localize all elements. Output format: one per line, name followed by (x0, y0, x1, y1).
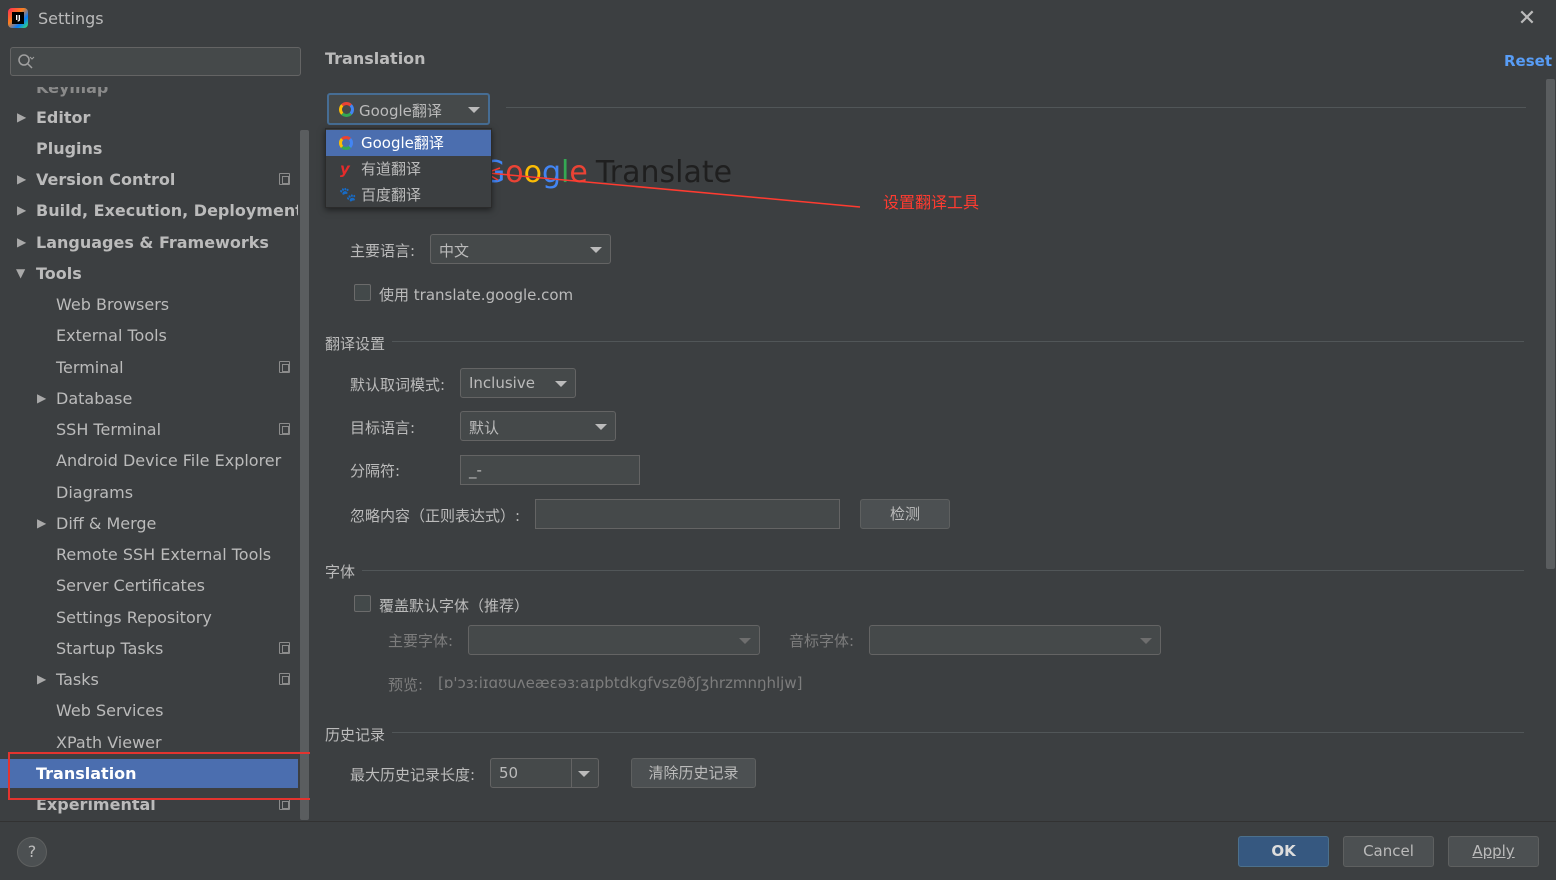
sidebar-item-plugins[interactable]: Plugins (0, 134, 298, 163)
ignore-pattern-input[interactable] (535, 499, 840, 529)
project-settings-icon (279, 423, 290, 435)
sidebar-item-tasks[interactable]: ▶ Tasks (0, 665, 298, 694)
engine-option-baidu[interactable]: 🐾 百度翻译 (326, 182, 491, 208)
page-title: Translation (325, 49, 426, 68)
chevron-down-icon (1140, 638, 1152, 644)
google-icon (339, 136, 353, 150)
sidebar-item-database[interactable]: ▶ Database (0, 384, 298, 413)
settings-tree: Keymap ▶ Editor Plugins ▶ Version Control … (0, 87, 298, 821)
sidebar-item-remote-ssh[interactable]: Remote SSH External Tools (0, 540, 298, 569)
use-google-domain-checkbox[interactable] (354, 284, 371, 301)
annotation-text: 设置翻译工具 (883, 193, 980, 212)
sidebar-item-tools[interactable]: ▼ Tools (0, 259, 298, 288)
phonetic-font-label: 音标字体: (789, 632, 855, 650)
apply-button[interactable]: Apply (1448, 836, 1539, 867)
intellij-app-icon: IJ (8, 8, 28, 28)
primary-font-label: 主要字体: (388, 632, 454, 650)
sidebar-item-build[interactable]: ▶ Build, Execution, Deployment (0, 196, 298, 225)
content-scrollbar[interactable] (1546, 79, 1555, 569)
max-history-combo[interactable]: 50 (490, 758, 599, 788)
sidebar-item-terminal[interactable]: Terminal (0, 353, 298, 382)
expand-arrow-icon[interactable]: ▶ (17, 196, 26, 225)
word-mode-label: 默认取词模式: (350, 376, 446, 394)
cancel-button[interactable]: Cancel (1343, 836, 1434, 867)
sidebar-item-version-control[interactable]: ▶ Version Control (0, 165, 298, 194)
separator-input[interactable]: _- (460, 455, 640, 485)
reset-link[interactable]: Reset (1504, 52, 1552, 70)
engine-option-youdao[interactable]: y 有道翻译 (326, 156, 491, 182)
project-settings-icon (279, 173, 290, 185)
annotation-arrow (484, 167, 861, 208)
expand-arrow-icon[interactable]: ▶ (17, 103, 26, 132)
override-font-label: 覆盖默认字体（推荐） (379, 597, 530, 615)
font-settings-heading: 字体 (325, 563, 356, 581)
project-settings-icon (279, 673, 290, 685)
ok-button[interactable]: OK (1238, 836, 1329, 867)
chevron-down-icon (590, 247, 602, 253)
baidu-paw-icon: 🐾 (339, 187, 357, 203)
search-input[interactable] (10, 47, 301, 76)
clear-history-button[interactable]: 清除历史记录 (631, 758, 756, 788)
word-mode-select[interactable]: Inclusive (460, 368, 576, 398)
sidebar-item-diagrams[interactable]: Diagrams (0, 478, 298, 507)
expand-arrow-icon[interactable]: ▶ (37, 665, 46, 694)
sidebar-item-ssh-terminal[interactable]: SSH Terminal (0, 415, 298, 444)
check-regex-button[interactable]: 检测 (860, 499, 950, 529)
chevron-down-icon (468, 107, 480, 113)
expand-arrow-icon[interactable]: ▶ (37, 509, 46, 538)
preview-label: 预览: (388, 676, 424, 694)
engine-option-google[interactable]: Google翻译 (326, 130, 491, 156)
sidebar-item-startup-tasks[interactable]: Startup Tasks (0, 634, 298, 663)
expand-arrow-icon[interactable]: ▶ (17, 228, 26, 257)
settings-content: Translation Reset Google翻译 Google Transla… (310, 37, 1556, 821)
primary-language-label: 主要语言: (350, 242, 416, 260)
chevron-down-icon (595, 424, 607, 430)
help-button[interactable]: ? (17, 837, 47, 867)
annotation-highlight-box (8, 752, 344, 800)
search-icon (18, 54, 35, 69)
history-heading: 历史记录 (325, 726, 386, 744)
collapse-arrow-icon[interactable]: ▼ (16, 259, 25, 288)
font-preview-text: [ɒ'ɔɜːiɪɑʊuʌeæɛəɜːaɪpbtdkgfvszθðʃʒhrzmnŋ… (438, 674, 803, 692)
youdao-icon: y (340, 160, 350, 178)
chevron-down-icon (555, 381, 567, 387)
target-language-label: 目标语言: (350, 419, 416, 437)
settings-sidebar: Keymap ▶ Editor Plugins ▶ Version Control … (0, 37, 310, 821)
separator-label: 分隔符: (350, 462, 401, 480)
sidebar-item-keymap[interactable]: Keymap (0, 87, 298, 102)
google-icon (339, 102, 354, 117)
sidebar-item-languages[interactable]: ▶ Languages & Frameworks (0, 228, 298, 257)
primary-font-select[interactable] (468, 625, 760, 655)
expand-arrow-icon[interactable]: ▶ (17, 165, 26, 194)
ignore-pattern-label: 忽略内容（正则表达式）: (350, 507, 521, 525)
sidebar-scrollbar[interactable] (300, 130, 309, 820)
sidebar-item-web-services[interactable]: Web Services (0, 696, 298, 725)
max-history-label: 最大历史记录长度: (350, 766, 476, 784)
override-font-checkbox[interactable] (354, 595, 371, 612)
title-bar: IJ Settings ✕ (0, 0, 1556, 37)
sidebar-item-server-certificates[interactable]: Server Certificates (0, 571, 298, 600)
phonetic-font-select[interactable] (869, 625, 1161, 655)
translation-settings-heading: 翻译设置 (325, 335, 386, 353)
primary-language-select[interactable]: 中文 (430, 234, 611, 264)
use-google-domain-label: 使用 translate.google.com (379, 286, 574, 304)
translator-engine-dropdown: Google翻译 y 有道翻译 🐾 百度翻译 (325, 128, 492, 208)
chevron-down-icon[interactable] (578, 771, 590, 777)
sidebar-item-android-explorer[interactable]: Android Device File Explorer (0, 446, 298, 475)
project-settings-icon (279, 642, 290, 654)
close-icon[interactable]: ✕ (1516, 8, 1538, 30)
sidebar-item-web-browsers[interactable]: Web Browsers (0, 290, 298, 319)
expand-arrow-icon[interactable]: ▶ (37, 384, 46, 413)
sidebar-item-external-tools[interactable]: External Tools (0, 321, 298, 350)
footer-divider (0, 821, 1556, 822)
window-title: Settings (38, 9, 104, 28)
project-settings-icon (279, 361, 290, 373)
target-language-select[interactable]: 默认 (460, 411, 616, 441)
sidebar-item-settings-repository[interactable]: Settings Repository (0, 603, 298, 632)
sidebar-item-editor[interactable]: ▶ Editor (0, 103, 298, 132)
sidebar-item-diff-merge[interactable]: ▶ Diff & Merge (0, 509, 298, 538)
translator-engine-select[interactable]: Google翻译 (327, 93, 490, 125)
chevron-down-icon (739, 638, 751, 644)
